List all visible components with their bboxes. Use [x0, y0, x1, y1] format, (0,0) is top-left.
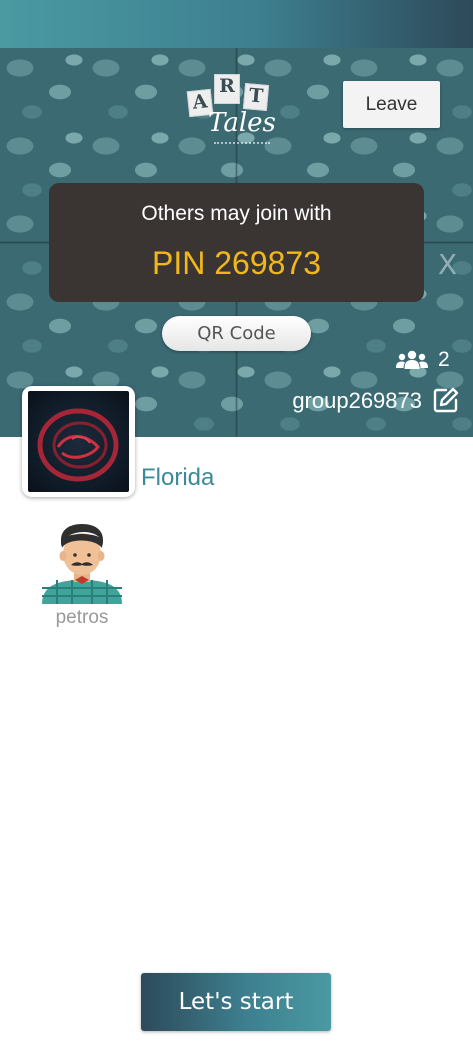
- artwork-art: [37, 408, 119, 482]
- top-bar: [0, 0, 473, 48]
- leave-button[interactable]: Leave: [343, 81, 440, 128]
- app-logo: A R T Tales: [186, 74, 286, 154]
- member-count: 2: [396, 346, 456, 376]
- logo-script: Tales: [208, 108, 276, 138]
- x-glyph: X: [437, 248, 457, 281]
- lets-start-button[interactable]: Let's start: [141, 973, 331, 1031]
- artwork-thumbnail[interactable]: [22, 386, 135, 497]
- pin-card: Others may join with PIN 269873: [49, 183, 424, 302]
- logo-dots: [214, 142, 270, 144]
- qr-code-button[interactable]: QR Code: [162, 316, 311, 351]
- group-name: group269873: [292, 388, 422, 413]
- pin-caption: Others may join with: [141, 202, 332, 225]
- artwork-image: [28, 391, 129, 492]
- logo-tile-r: R: [214, 74, 240, 104]
- location-name: Florida: [141, 464, 215, 491]
- member-count-value: 2: [438, 348, 450, 371]
- users-icon: [396, 350, 428, 369]
- edit-icon[interactable]: [432, 386, 460, 414]
- player-card: petros: [37, 518, 127, 628]
- logo-tile-t: T: [242, 83, 270, 111]
- pin-value: PIN 269873: [151, 245, 321, 281]
- player-name: petros: [55, 607, 109, 628]
- avatar-icon: [42, 524, 122, 604]
